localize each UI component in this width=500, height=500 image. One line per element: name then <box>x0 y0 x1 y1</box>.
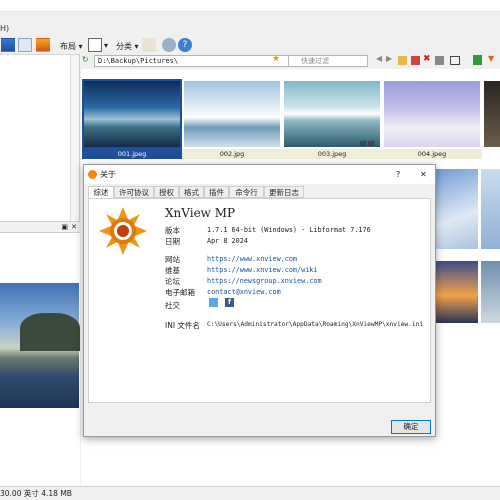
thumbnail-caption: 003.jpeg <box>282 149 382 159</box>
badge-icon <box>360 141 366 146</box>
email-label: 电子邮箱 <box>165 288 195 297</box>
quick-filter-input[interactable]: 快速过滤 <box>288 55 368 67</box>
date-value: Apr 8 2024 <box>207 237 248 245</box>
tab-changelog[interactable]: 更新日志 <box>264 186 304 198</box>
settings-icon[interactable] <box>162 38 176 52</box>
status-bar: 30.00 英寸 4.18 MB <box>0 486 500 500</box>
browser-icon[interactable] <box>1 38 15 52</box>
pin-icon[interactable]: ▣ <box>61 223 68 231</box>
version-value: 1.7.1 64-bit (Windows) - Libformat 7.176 <box>207 226 371 234</box>
menubar <box>0 0 500 12</box>
wiki-label: 维基 <box>165 266 180 275</box>
tab-license[interactable]: 许可协议 <box>114 186 154 198</box>
thumbnail-image <box>284 81 380 147</box>
address-bar-row: ↻ D:\Backup\Pictures\ ★ 快速过滤 ◀ ▶ ✖ ▼ <box>80 54 500 68</box>
back-icon[interactable]: ◀ <box>376 54 382 63</box>
forum-link[interactable]: https://newsgroup.xnview.com <box>207 277 322 285</box>
main-toolbar: 布局 ▾ ▾ 分类 ▾ ? <box>0 36 500 55</box>
thumbnail-image <box>481 261 500 323</box>
app-name: XnView MP <box>165 206 236 220</box>
folder-tree-scrollbar[interactable] <box>70 55 79 221</box>
twitter-icon[interactable] <box>209 298 218 307</box>
thumbnail-item[interactable]: 004.jpeg <box>382 79 482 163</box>
thumbnail-item[interactable]: 002.jpg <box>182 79 282 163</box>
thumbnail-caption: 004.jpeg <box>382 149 482 159</box>
folder-up-icon[interactable] <box>398 56 407 65</box>
layout-menu[interactable]: 布局 ▾ <box>60 41 83 52</box>
facebook-icon[interactable]: f <box>225 298 234 307</box>
thumbnail-item[interactable]: 003.jpeg <box>282 79 382 163</box>
edit-icon[interactable] <box>411 56 420 65</box>
wiki-link[interactable]: https://www.xnview.com/wiki <box>207 266 318 274</box>
thumbnail-image <box>436 261 478 323</box>
delete-icon[interactable]: ✖ <box>423 54 431 64</box>
ini-file-path: C:\Users\Administrator\AppData\Roaming\X… <box>207 321 424 328</box>
dialog-body: XnView MP 版本 1.7.1 64-bit (Windows) - Li… <box>88 198 431 403</box>
favorites-star-icon[interactable]: ★ <box>272 54 280 64</box>
about-dialog: 关于 ? ✕ 综述 许可协议 授权 格式 插件 命令行 更新日志 XnView … <box>83 164 436 437</box>
email-link[interactable]: contact@xnview.com <box>207 288 281 296</box>
preview-image <box>0 283 80 408</box>
thumbnail-item[interactable]: 001.jpeg <box>82 79 182 163</box>
thumbnail-image <box>384 81 480 147</box>
thumbnail-caption: 002.jpg <box>182 149 282 159</box>
ini-file-label: INI 文件名 <box>165 321 200 330</box>
tag-icon[interactable] <box>142 38 156 52</box>
version-label: 版本 <box>165 226 180 235</box>
thumbnail-caption: 001.jpeg <box>82 149 182 159</box>
folder-tree[interactable] <box>0 55 80 221</box>
move-icon[interactable] <box>435 56 444 65</box>
refresh-icon[interactable]: ↻ <box>82 55 89 64</box>
website-link[interactable]: https://www.xnview.com <box>207 255 297 263</box>
tab-plugins[interactable]: 插件 <box>204 186 229 198</box>
social-label: 社交 <box>165 301 180 310</box>
website-label: 网站 <box>165 255 180 264</box>
thumbnail-image <box>484 81 500 147</box>
help-button[interactable]: ? <box>396 165 400 184</box>
thumbnail-item[interactable] <box>482 79 500 163</box>
view-mode-icon[interactable] <box>450 56 460 65</box>
sort-icon[interactable] <box>473 55 482 65</box>
xnview-logo-icon <box>99 207 147 255</box>
filter-icon[interactable]: ▼ <box>488 54 494 63</box>
menu-item-help[interactable]: H) <box>0 24 9 33</box>
date-label: 日期 <box>165 237 180 246</box>
thumbnail-image <box>184 81 280 147</box>
thumbnail-image <box>436 169 478 249</box>
badge-icon <box>368 141 374 146</box>
dialog-titlebar[interactable]: 关于 ? ✕ <box>84 165 435 184</box>
thumbnail-image <box>82 79 182 149</box>
slideshow-icon[interactable] <box>36 38 50 52</box>
tab-authorization[interactable]: 授权 <box>154 186 179 198</box>
tab-command-line[interactable]: 命令行 <box>229 186 264 198</box>
ok-button[interactable]: 确定 <box>391 420 431 434</box>
thumbnail-image <box>481 169 500 249</box>
close-panel-icon[interactable]: ✕ <box>71 223 77 231</box>
thumbnail-size-icon[interactable] <box>88 38 102 52</box>
app-icon <box>88 170 97 179</box>
preview-panel-header: ▣ ✕ <box>0 221 80 233</box>
tab-formats[interactable]: 格式 <box>179 186 204 198</box>
status-text: 30.00 英寸 4.18 MB <box>0 489 72 498</box>
forum-label: 论坛 <box>165 277 180 286</box>
category-menu[interactable]: 分类 ▾ <box>116 41 139 52</box>
viewer-icon[interactable] <box>18 38 32 52</box>
dialog-title: 关于 <box>100 170 116 179</box>
help-icon[interactable]: ? <box>178 38 192 52</box>
close-button[interactable]: ✕ <box>420 165 427 184</box>
forward-icon[interactable]: ▶ <box>386 54 392 63</box>
